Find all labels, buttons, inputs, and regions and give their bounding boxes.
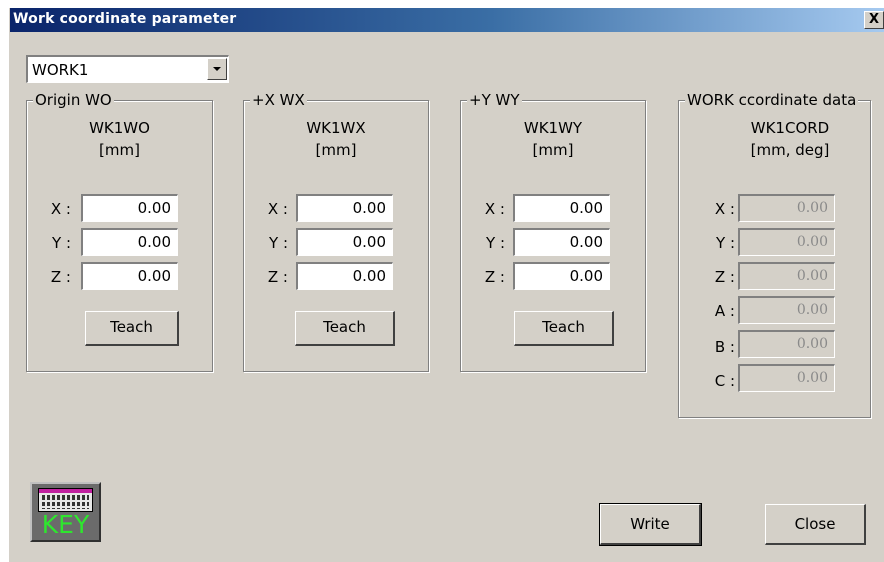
close-window-button[interactable]: X (864, 11, 884, 29)
cord-x-value: 0.00 (738, 194, 835, 222)
plus-y-unit: [mm] (532, 141, 574, 159)
plus-x-unit: [mm] (315, 141, 357, 159)
cord-z-value: 0.00 (738, 262, 835, 290)
plus-y-teach-button[interactable]: Teach (514, 311, 614, 346)
origin-axis-z: Z : (50, 268, 71, 286)
group-plus-x-legend: +X WX (250, 91, 307, 109)
plus-y-axis-y: Y : (486, 234, 505, 252)
write-button[interactable]: Write (599, 503, 702, 546)
keyboard-key-button[interactable]: KEY (30, 482, 101, 542)
group-cord-legend: WORK ccordinate data (685, 91, 859, 109)
title-bar: Work coordinate parameter X (10, 8, 884, 32)
plus-y-header: WK1WY [mm] (461, 117, 645, 161)
cord-axis-b: B : (714, 338, 735, 356)
cord-name: WK1CORD (750, 119, 830, 137)
plus-y-name: WK1WY (523, 119, 583, 137)
cord-b-value: 0.00 (738, 330, 835, 358)
cord-axis-c: C : (714, 372, 735, 390)
group-origin-legend: Origin WO (33, 91, 114, 109)
work-coordinate-window: Work coordinate parameter X WORK1 Origin… (9, 8, 884, 562)
origin-x-input[interactable]: 0.00 (81, 194, 178, 222)
plus-y-axis-z: Z : (484, 268, 505, 286)
plus-x-teach-button[interactable]: Teach (295, 311, 395, 346)
origin-y-input[interactable]: 0.00 (81, 228, 178, 256)
origin-z-input[interactable]: 0.00 (81, 262, 178, 290)
cord-c-value: 0.00 (738, 364, 835, 392)
plus-y-y-input[interactable]: 0.00 (513, 228, 610, 256)
close-button[interactable]: Close (765, 504, 866, 545)
origin-axis-x: X : (50, 200, 71, 218)
group-plus-x: +X WX WK1WX [mm] X : 0.00 Y : 0.00 Z : 0… (243, 91, 429, 372)
cord-axis-y: Y : (716, 234, 735, 252)
group-origin: Origin WO WK1WO [mm] X : 0.00 Y : 0.00 Z… (26, 91, 213, 372)
work-select[interactable]: WORK1 (26, 55, 229, 83)
cord-axis-x: X : (714, 200, 735, 218)
cord-header: WK1CORD [mm, deg] (715, 117, 865, 161)
key-label: KEY (41, 510, 90, 539)
cord-axis-a: A : (714, 302, 735, 320)
group-work-coordinate-data: WORK ccordinate data WK1CORD [mm, deg] X… (678, 91, 871, 418)
plus-x-y-input[interactable]: 0.00 (296, 228, 393, 256)
origin-axis-y: Y : (52, 234, 71, 252)
plus-x-x-input[interactable]: 0.00 (296, 194, 393, 222)
origin-teach-button[interactable]: Teach (85, 311, 179, 346)
plus-x-axis-z: Z : (267, 268, 288, 286)
origin-name: WK1WO (89, 119, 150, 137)
plus-y-axis-x: X : (484, 200, 505, 218)
origin-unit: [mm] (99, 141, 140, 159)
origin-header: WK1WO [mm] (27, 117, 212, 161)
cord-y-value: 0.00 (738, 228, 835, 256)
chevron-down-icon[interactable] (207, 58, 227, 80)
plus-x-header: WK1WX [mm] (244, 117, 428, 161)
cord-axis-z: Z : (714, 268, 735, 286)
plus-x-axis-y: Y : (269, 234, 288, 252)
plus-x-axis-x: X : (267, 200, 288, 218)
plus-x-z-input[interactable]: 0.00 (296, 262, 393, 290)
cord-unit: [mm, deg] (750, 141, 830, 159)
cord-a-value: 0.00 (738, 296, 835, 324)
plus-y-x-input[interactable]: 0.00 (513, 194, 610, 222)
group-plus-y: +Y WY WK1WY [mm] X : 0.00 Y : 0.00 Z : 0… (460, 91, 646, 372)
keyboard-icon (38, 488, 93, 512)
plus-y-z-input[interactable]: 0.00 (513, 262, 610, 290)
group-plus-y-legend: +Y WY (467, 91, 522, 109)
window-title: Work coordinate parameter (13, 11, 237, 27)
work-select-value: WORK1 (32, 61, 89, 79)
plus-x-name: WK1WX (306, 119, 366, 137)
